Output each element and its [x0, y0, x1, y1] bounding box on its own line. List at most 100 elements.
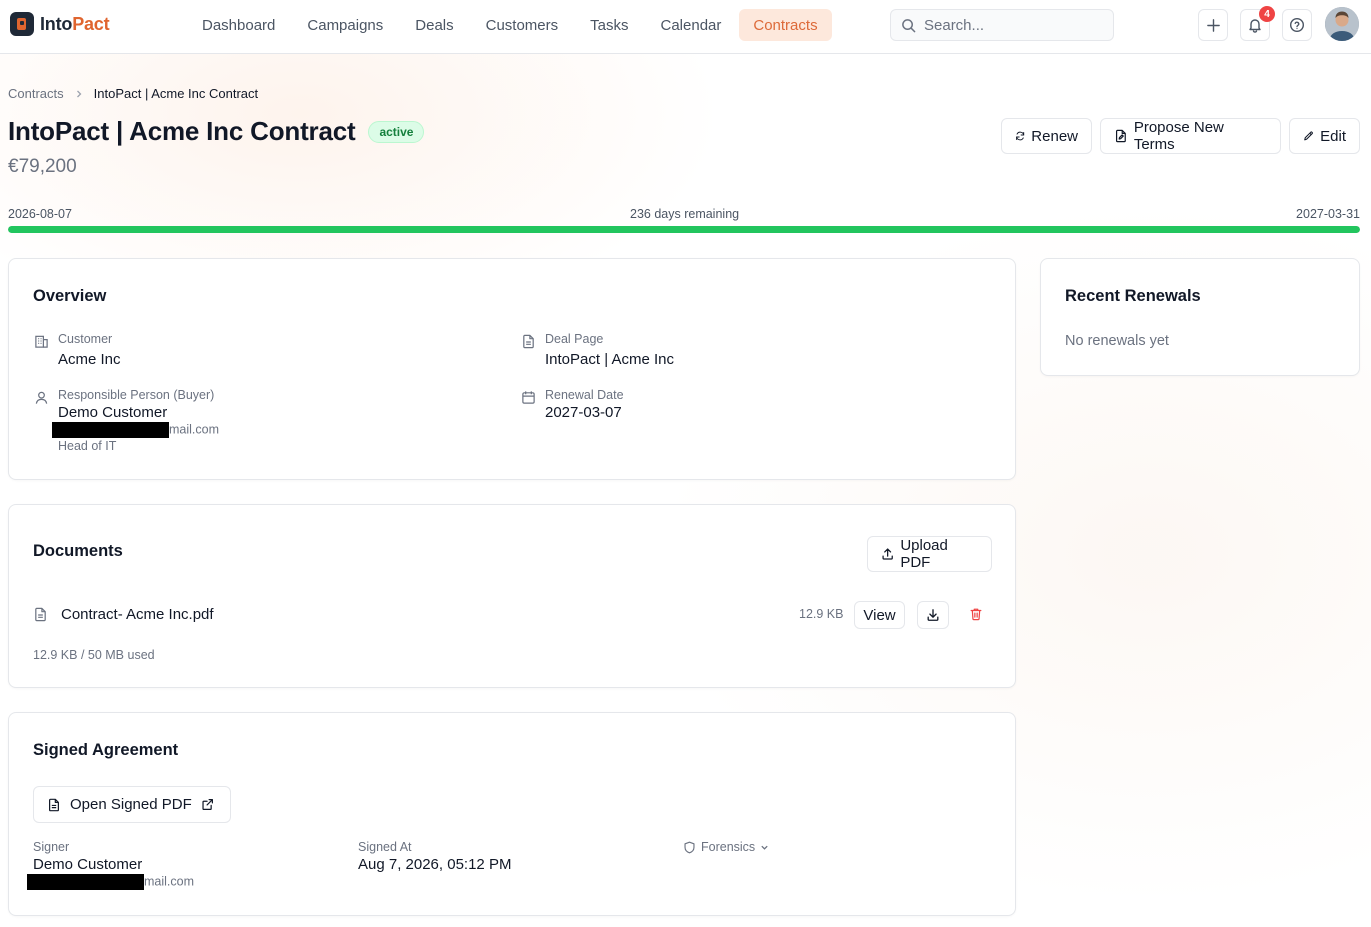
start-date: 2026-08-07	[8, 207, 72, 221]
status-badge: active	[368, 120, 425, 143]
user-icon	[35, 391, 48, 404]
responsible-person-label: Responsible Person (Buyer)	[58, 388, 215, 402]
signed-at-field: Signed At Aug 7, 2026, 05:12 PM	[358, 840, 511, 873]
open-signed-pdf-button[interactable]: Open Signed PDF	[33, 786, 231, 823]
propose-label: Propose New Terms	[1133, 119, 1224, 153]
deal-page-label: Deal Page	[545, 332, 604, 346]
brand-name-part2: Pact	[72, 13, 110, 34]
renew-button[interactable]: Renew	[1001, 118, 1092, 154]
signed-at-label: Signed At	[358, 840, 412, 854]
nav-deals[interactable]: Deals	[401, 9, 467, 41]
signer-email: mail.com	[27, 874, 194, 890]
propose-new-terms-button[interactable]: Propose New Terms	[1100, 118, 1281, 154]
responsible-person-name: Demo Customer	[58, 404, 168, 421]
overview-card: Overview Customer Acme Inc Responsible P…	[8, 258, 1016, 480]
edit-label: Edit	[1320, 127, 1346, 145]
file-icon	[35, 607, 46, 622]
title-row: IntoPact | Acme Inc Contract active	[8, 116, 425, 147]
chevron-down-icon	[761, 845, 768, 850]
contract-amount: €79,200	[8, 156, 77, 177]
help-icon	[1289, 17, 1305, 33]
signed-agreement-title: Signed Agreement	[33, 741, 179, 759]
external-link-icon	[202, 799, 213, 810]
customer-label: Customer	[58, 332, 113, 346]
search-input[interactable]	[924, 16, 1094, 34]
document-filename[interactable]: Contract- Acme Inc.pdf	[61, 606, 214, 623]
overview-title: Overview	[33, 287, 107, 305]
page-title: IntoPact | Acme Inc Contract	[8, 116, 356, 146]
open-signed-pdf-label: Open Signed PDF	[70, 796, 192, 813]
no-renewals-text: No renewals yet	[1065, 333, 1169, 349]
brand-name-part1: Into	[40, 13, 73, 34]
upload-pdf-button[interactable]: Upload PDF	[867, 536, 992, 572]
recent-renewals-card: Recent Renewals No renewals yet	[1040, 258, 1360, 376]
document-row: Contract- Acme Inc.pdf 12.9 KB View	[33, 601, 991, 629]
redacted-block	[27, 874, 144, 890]
user-avatar[interactable]	[1325, 7, 1359, 41]
signed-at-value: Aug 7, 2026, 05:12 PM	[358, 856, 512, 873]
responsible-person-email: mail.com	[52, 422, 219, 438]
main-nav: Dashboard Campaigns Deals Customers Task…	[188, 9, 832, 41]
end-date: 2027-03-31	[1296, 207, 1360, 221]
brand-name: IntoPact	[40, 13, 110, 35]
deal-page-field: Deal Page IntoPact | Acme Inc	[523, 332, 674, 368]
document-icon	[523, 334, 534, 349]
upload-icon	[882, 548, 893, 560]
signer-name: Demo Customer	[33, 856, 143, 873]
signer-email-suffix: mail.com	[144, 874, 195, 889]
breadcrumb-contracts-link[interactable]: Contracts	[8, 86, 64, 101]
download-icon	[927, 609, 939, 621]
recent-renewals-title: Recent Renewals	[1065, 287, 1201, 305]
renewal-date-field: Renewal Date 2027-03-07	[522, 388, 624, 421]
renewal-date-value: 2027-03-07	[545, 404, 622, 421]
responsible-person-role: Head of IT	[58, 439, 117, 453]
responsible-person-field: Responsible Person (Buyer) Demo Customer…	[35, 388, 219, 453]
top-navigation: IntoPact Dashboard Campaigns Deals Custo…	[0, 0, 1371, 54]
search-icon	[902, 18, 916, 32]
signed-agreement-card: Signed Agreement Open Signed PDF Signer …	[8, 712, 1016, 916]
contract-progress-bar	[8, 226, 1360, 233]
document-size: 12.9 KB	[799, 607, 844, 621]
edit-button[interactable]: Edit	[1289, 118, 1360, 154]
nav-contracts[interactable]: Contracts	[739, 9, 832, 41]
file-edit-icon	[1115, 129, 1126, 143]
notifications-button[interactable]: 4	[1240, 6, 1275, 41]
signer-field: Signer Demo Customer mail.com	[27, 840, 194, 890]
renewal-date-label: Renewal Date	[545, 388, 624, 402]
nav-customers[interactable]: Customers	[472, 9, 573, 41]
refresh-icon	[1016, 131, 1025, 141]
view-document-button[interactable]: View	[854, 601, 905, 629]
nav-dashboard[interactable]: Dashboard	[188, 9, 289, 41]
nav-tasks[interactable]: Tasks	[576, 9, 642, 41]
pencil-icon	[1304, 131, 1313, 141]
upload-pdf-label: Upload PDF	[900, 537, 948, 571]
storage-usage: 12.9 KB / 50 MB used	[33, 648, 155, 662]
delete-document-button[interactable]	[969, 607, 983, 626]
add-button[interactable]	[1198, 9, 1228, 41]
documents-title: Documents	[33, 542, 123, 560]
email-suffix: mail.com	[169, 422, 220, 437]
breadcrumb: Contracts IntoPact | Acme Inc Contract	[8, 86, 258, 101]
download-document-button[interactable]	[917, 601, 949, 629]
renew-label: Renew	[1031, 127, 1078, 145]
contract-progress-fill	[8, 226, 1360, 233]
nav-campaigns[interactable]: Campaigns	[293, 9, 397, 41]
file-text-icon	[49, 798, 59, 811]
help-button[interactable]	[1282, 9, 1312, 41]
brand-logo[interactable]: IntoPact	[10, 12, 110, 36]
documents-card: Documents Upload PDF Contract- Acme Inc.…	[8, 504, 1016, 688]
chevron-right-icon	[76, 90, 82, 97]
redacted-block	[52, 422, 169, 438]
shield-icon	[684, 841, 695, 853]
logo-icon	[10, 12, 34, 36]
customer-value[interactable]: Acme Inc	[58, 351, 121, 368]
notification-count-badge: 4	[1259, 6, 1275, 22]
forensics-toggle[interactable]: Forensics	[683, 840, 769, 854]
forensics-label: Forensics	[701, 840, 756, 854]
breadcrumb-current: IntoPact | Acme Inc Contract	[93, 86, 259, 101]
nav-calendar[interactable]: Calendar	[647, 9, 736, 41]
deal-page-link[interactable]: IntoPact | Acme Inc	[545, 351, 674, 368]
search-box	[890, 9, 1114, 41]
plus-icon	[1206, 18, 1220, 32]
customer-field: Customer Acme Inc	[35, 332, 121, 368]
